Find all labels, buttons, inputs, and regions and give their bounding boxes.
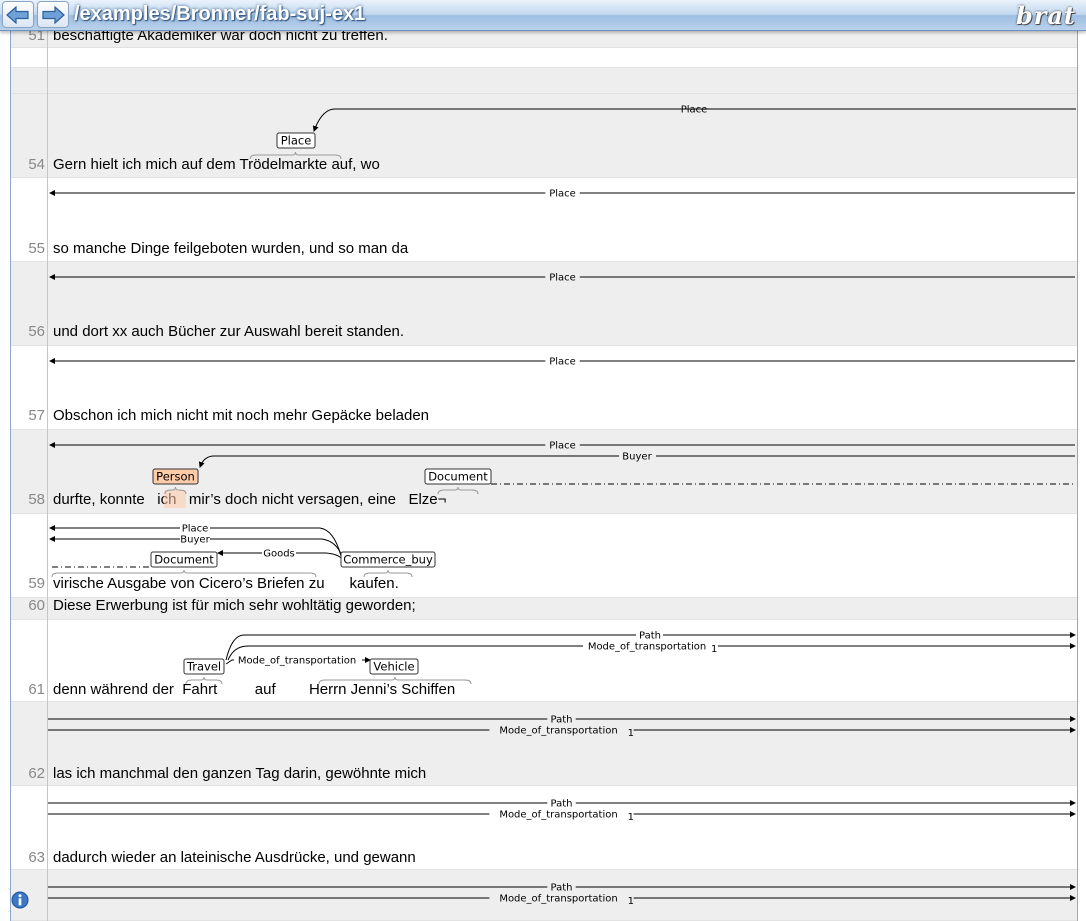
arc-label: Goods: [263, 549, 295, 560]
row-divider: [11, 429, 1077, 430]
toolbar: /examples/Bronner/fab-suj-ex1 brat: [0, 0, 1086, 31]
brat-logo: brat: [1015, 1, 1076, 30]
arc-subscript: 1: [628, 896, 634, 907]
row-divider: [11, 261, 1077, 262]
sentence-text: Obschon ich mich nicht mit noch mehr Gep…: [53, 407, 429, 424]
next-document-button[interactable]: [37, 1, 69, 28]
sentence-text: virische Ausgabe von Cicero’s Briefen zu…: [53, 575, 399, 592]
sentence-row: [11, 68, 1077, 94]
sentence-text: so manche Dinge feilgeboten wurden, und …: [53, 240, 409, 257]
previous-document-button[interactable]: [2, 1, 34, 28]
line-number: 57: [28, 407, 45, 424]
row-divider: [11, 345, 1077, 346]
span-label: Person: [156, 470, 195, 484]
line-number: 62: [28, 765, 45, 782]
span-label: Vehicle: [373, 660, 414, 674]
arc-label: Mode_of_transportation: [588, 642, 706, 653]
line-number-divider: [47, 0, 48, 921]
sentence-text: las ich manchmal den ganzen Tag darin, g…: [53, 765, 426, 782]
document-path-title[interactable]: /examples/Bronner/fab-suj-ex1: [74, 3, 365, 26]
row-divider: [11, 701, 1077, 702]
line-number: 56: [28, 323, 45, 340]
arc-label: Buyer: [180, 535, 210, 546]
span-label: Document: [154, 553, 214, 567]
arc-label: Place: [549, 441, 576, 452]
right-frame: [1077, 0, 1078, 921]
span-label: Travel: [186, 660, 221, 674]
arc-label: Place: [681, 105, 708, 116]
arc-label: Path: [551, 715, 573, 726]
sentence-text: Gern hielt ich mich auf dem Trödelmarkte…: [53, 156, 380, 173]
sentence-row: [11, 48, 1077, 68]
row-divider: [11, 869, 1077, 870]
sentence-text: und dort xx auch Bücher zur Auswahl bere…: [53, 323, 404, 340]
arc-label: Place: [182, 524, 209, 535]
left-arrow-icon: [6, 5, 29, 24]
arc-label: Path: [639, 631, 661, 642]
arc-label: Path: [551, 799, 573, 810]
arc-label: Mode_of_transportation: [238, 656, 356, 667]
arc-label: Mode_of_transportation: [499, 726, 617, 737]
arc-mode-of-transportation[interactable]: Mode_of_transportation: [225, 656, 371, 667]
line-number: 58: [28, 491, 45, 508]
sentence-text: Diese Erwerbung ist für mich sehr wohltä…: [53, 597, 416, 614]
arc-label: Place: [549, 357, 576, 368]
arc-subscript: 1: [628, 728, 634, 739]
arc-label: Path: [551, 883, 573, 894]
arc-label: Mode_of_transportation: [499, 894, 617, 905]
right-arrow-icon: [42, 5, 65, 24]
line-number: 63: [28, 849, 45, 866]
line-number: 55: [28, 240, 45, 257]
sentence-text: denn während der Fahrt auf Herrn Jenni’s…: [53, 681, 455, 698]
span-label: Place: [281, 134, 312, 148]
line-number: 60: [28, 597, 45, 614]
span-highlight-person: [164, 490, 186, 508]
span-label: Document: [428, 470, 488, 484]
arc-label: Place: [549, 189, 576, 200]
arc-label: Place: [549, 273, 576, 284]
line-number: 59: [28, 575, 45, 592]
sentence-text: dadurch wieder an lateinische Ausdrücke,…: [53, 849, 416, 866]
row-divider: [11, 67, 1077, 68]
arc-subscript: 1: [628, 812, 634, 823]
sentence-text: durfte, konnte ich mir’s doch nicht vers…: [53, 491, 447, 508]
line-number: 61: [28, 681, 45, 698]
arc-subscript: 1: [711, 644, 717, 655]
left-frame: [10, 0, 11, 921]
row-divider: [11, 93, 1077, 94]
arc-label: Mode_of_transportation: [499, 810, 617, 821]
line-number: 54: [28, 156, 45, 173]
span-label: Commerce_buy: [343, 553, 433, 567]
info-icon[interactable]: [11, 891, 29, 909]
row-divider: [11, 619, 1077, 620]
row-divider: [11, 47, 1077, 48]
arc-label: Buyer: [622, 452, 652, 463]
row-divider: [11, 513, 1077, 514]
sentence-rows: 51 beschäftigte Akademiker war doch nicht…: [11, 0, 1077, 921]
row-divider: [11, 177, 1077, 178]
row-divider: [11, 785, 1077, 786]
annotation-canvas: 51 beschäftigte Akademiker war doch nicht…: [10, 0, 1078, 921]
